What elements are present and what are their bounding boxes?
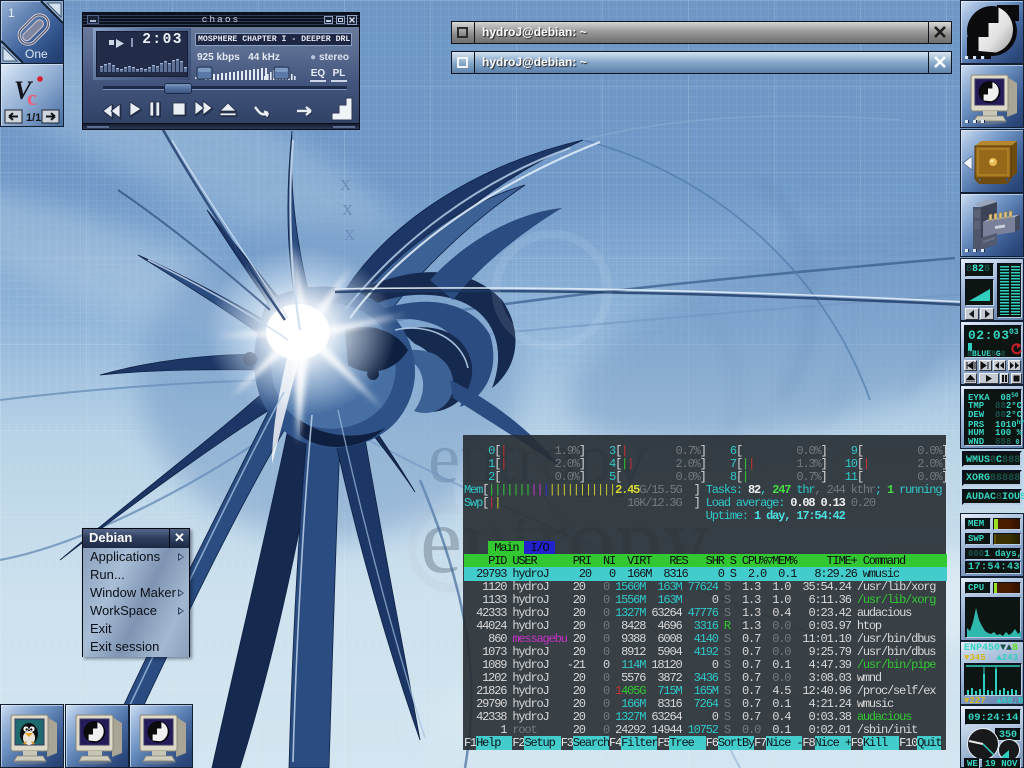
svg-text:1/1: 1/1 (26, 112, 41, 124)
svg-text:One: One (25, 47, 48, 61)
svg-text:x: x (340, 170, 351, 195)
svg-text:1: 1 (8, 6, 15, 20)
svg-text:x: x (342, 195, 353, 220)
svg-text:c: c (27, 85, 37, 110)
